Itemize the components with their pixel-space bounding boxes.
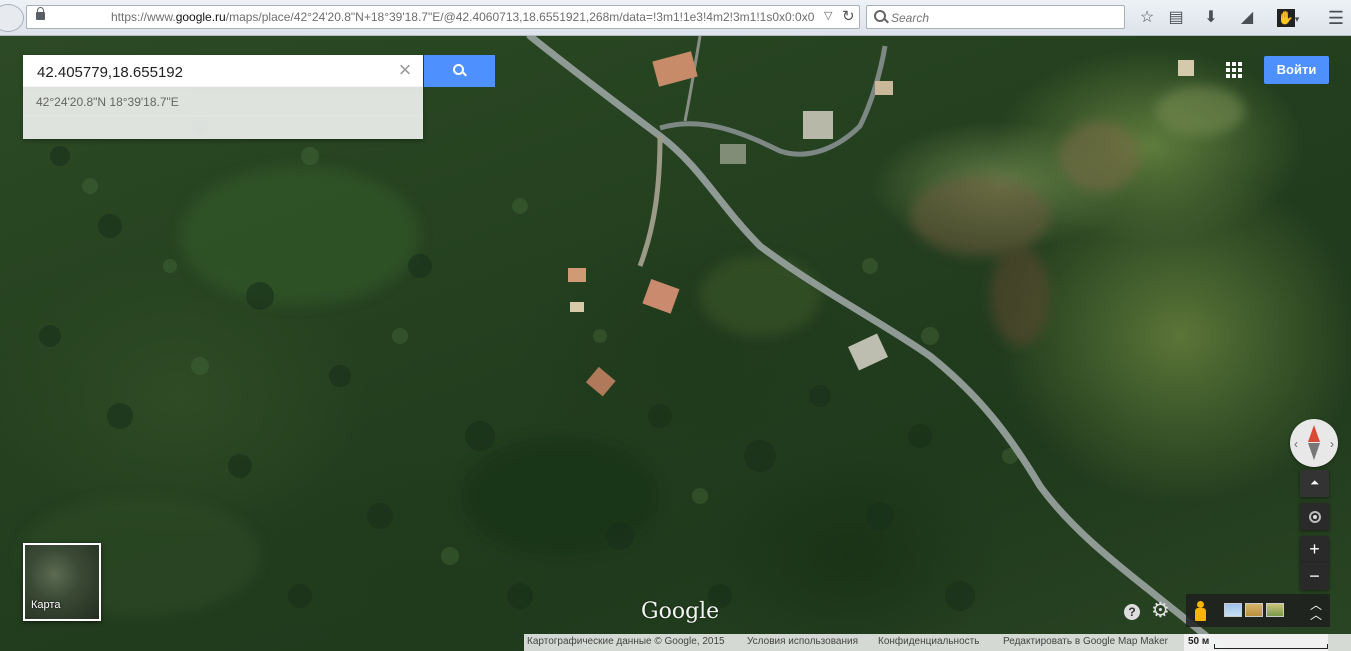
- lock-icon: [36, 7, 45, 20]
- signin-button[interactable]: Войти: [1264, 56, 1329, 84]
- url-text[interactable]: https://www.google.ru/maps/place/42°24'2…: [111, 10, 814, 24]
- search-button[interactable]: [424, 55, 495, 87]
- pegman-icon[interactable]: [1195, 601, 1206, 621]
- suggestion-item[interactable]: 42°24'20.8"N 18°39'18.7"E: [23, 87, 423, 116]
- scale-line: [1214, 644, 1328, 649]
- url-dropdown-icon[interactable]: ▽: [824, 9, 832, 22]
- rotate-left-icon[interactable]: ‹: [1294, 437, 1298, 451]
- scale-label: 50 м: [1188, 636, 1210, 647]
- terms-link[interactable]: Условия использования: [747, 636, 858, 647]
- scale-bar[interactable]: 50 м: [1184, 634, 1351, 651]
- minimap-label: Карта: [31, 599, 61, 611]
- browser-search-input[interactable]: [889, 8, 1121, 28]
- compass-icon[interactable]: ‹ ›: [1290, 419, 1338, 467]
- download-icon[interactable]: ⬇: [1201, 8, 1221, 28]
- map-type-toggle[interactable]: Карта: [23, 543, 101, 621]
- send-icon[interactable]: ◢: [1237, 8, 1257, 28]
- gear-icon[interactable]: ⚙: [1151, 600, 1170, 621]
- bookmark-star-icon[interactable]: ☆: [1137, 8, 1157, 28]
- location-icon: [1308, 511, 1321, 524]
- search-suggestions: 42°24'20.8"N 18°39'18.7"E: [23, 87, 423, 139]
- photo-thumbnail[interactable]: [1266, 603, 1284, 617]
- browser-search-box[interactable]: [866, 5, 1125, 29]
- dirt-track: [637, 135, 663, 267]
- compass-south: [1308, 443, 1320, 460]
- imagery-bar: ︿ ︿: [1186, 594, 1330, 627]
- photo-thumbnail[interactable]: [1224, 603, 1242, 617]
- reload-icon[interactable]: ↻: [842, 7, 855, 25]
- buildings: [568, 51, 1194, 397]
- search-icon: [453, 64, 464, 75]
- close-icon[interactable]: ×: [395, 59, 415, 81]
- privacy-link[interactable]: Конфиденциальность: [878, 636, 979, 647]
- address-bar[interactable]: https://www.google.ru/maps/place/42°24'2…: [26, 5, 860, 29]
- back-button[interactable]: [0, 4, 26, 32]
- compass-north: [1308, 425, 1320, 442]
- maps-search-box[interactable]: ×: [23, 55, 423, 87]
- photo-thumbnail[interactable]: [1245, 603, 1263, 617]
- my-location-button[interactable]: [1300, 503, 1329, 530]
- zoom-in-button[interactable]: +: [1300, 536, 1329, 563]
- search-icon: [874, 10, 886, 22]
- copyright-text: Картографические данные © Google, 2015: [527, 636, 725, 647]
- apps-grid-icon[interactable]: [1226, 62, 1242, 78]
- tilt-button[interactable]: ⏶: [1300, 470, 1329, 497]
- reading-list-icon[interactable]: ▤: [1166, 8, 1186, 28]
- chevron-up-icon[interactable]: ︿ ︿: [1310, 599, 1322, 621]
- google-logo: Google: [641, 599, 720, 624]
- mapmaker-link[interactable]: Редактировать в Google Map Maker: [1003, 636, 1168, 647]
- menu-icon[interactable]: ☰: [1326, 8, 1346, 28]
- extension-icon[interactable]: ✋▾: [1274, 8, 1302, 28]
- browser-toolbar: https://www.google.ru/maps/place/42°24'2…: [0, 0, 1351, 36]
- help-icon[interactable]: ?: [1124, 604, 1140, 620]
- zoom-out-button[interactable]: −: [1300, 563, 1329, 590]
- maps-search-input[interactable]: [35, 61, 394, 83]
- rotate-right-icon[interactable]: ›: [1330, 437, 1334, 451]
